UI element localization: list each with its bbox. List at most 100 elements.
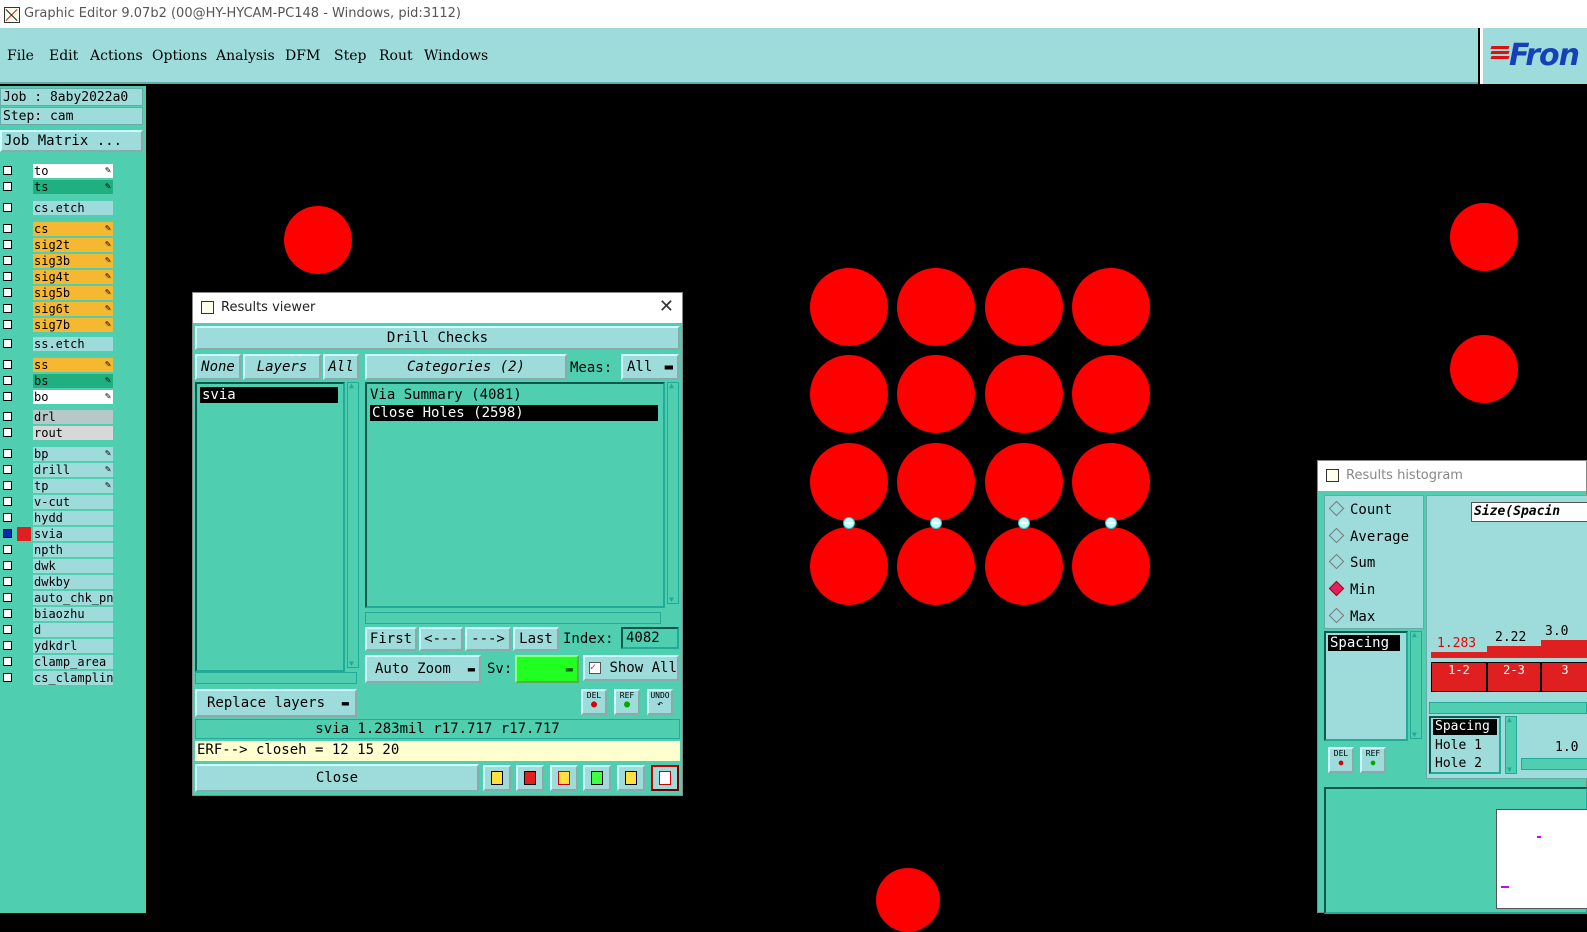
- mode-count[interactable]: Count: [1328, 500, 1392, 518]
- layer-row[interactable]: to ✎: [0, 164, 118, 178]
- layer-checkbox[interactable]: [3, 609, 12, 618]
- layer-name[interactable]: cs ✎: [33, 222, 113, 236]
- layer-checkbox[interactable]: [3, 376, 12, 385]
- layer-name[interactable]: hydd: [33, 511, 113, 525]
- layer-name[interactable]: sig5b ✎: [33, 286, 113, 300]
- layer-name[interactable]: ss ✎: [33, 358, 113, 372]
- via-marker[interactable]: [1105, 517, 1117, 529]
- layer-row[interactable]: ydkdrl: [0, 639, 118, 653]
- index-input[interactable]: 4082: [621, 627, 679, 649]
- layer-row[interactable]: ss.etch: [0, 337, 118, 351]
- show-all-toggle[interactable]: ✓ Show All: [583, 655, 679, 681]
- layer-name[interactable]: v-cut: [33, 495, 113, 509]
- layer-checkbox[interactable]: [3, 577, 12, 586]
- menu-options[interactable]: Options: [152, 48, 207, 64]
- mode-average[interactable]: Average: [1328, 527, 1409, 545]
- menu-rout[interactable]: Rout: [379, 48, 413, 64]
- layer-checkbox[interactable]: [3, 449, 12, 458]
- layer-checkbox[interactable]: [3, 166, 12, 175]
- close-button[interactable]: Close: [195, 764, 479, 792]
- layers-scrollbar[interactable]: [347, 381, 359, 668]
- layer-checkbox[interactable]: [3, 182, 12, 191]
- warning-icon[interactable]: [483, 765, 511, 791]
- layer-row[interactable]: cs.etch: [0, 201, 118, 215]
- spacing-hole-list[interactable]: Spacing Hole 1 Hole 2: [1429, 716, 1501, 774]
- bin-label-2[interactable]: 2-3: [1487, 662, 1541, 692]
- layers-button[interactable]: Layers: [243, 354, 321, 380]
- all-button[interactable]: All: [323, 354, 359, 380]
- layer-row[interactable]: svia: [0, 527, 118, 541]
- layer-name[interactable]: npth: [33, 543, 113, 557]
- list2-scrollbar[interactable]: [1505, 715, 1517, 774]
- numbered-icon[interactable]: [583, 765, 611, 791]
- auto-zoom-dropdown[interactable]: Auto Zoom ▬: [365, 655, 481, 683]
- layer-name[interactable]: bo ✎: [33, 390, 113, 404]
- layer-checkbox[interactable]: [3, 497, 12, 506]
- sv-color-dropdown[interactable]: ▬: [515, 655, 579, 683]
- layer-row[interactable]: d: [0, 623, 118, 637]
- layer-name[interactable]: dwkby: [33, 575, 113, 589]
- spacing-listbox[interactable]: Spacing: [1324, 631, 1408, 741]
- layer-checkbox[interactable]: [3, 304, 12, 313]
- layer-name[interactable]: clamp_area: [33, 655, 113, 669]
- layers-listbox[interactable]: svia: [195, 382, 345, 672]
- layer-name[interactable]: tp ✎: [33, 479, 113, 493]
- replace-layers-dropdown[interactable]: Replace layers ▬: [195, 689, 357, 717]
- layer-name[interactable]: ydkdrl: [33, 639, 113, 653]
- layer-row[interactable]: auto_chk_pn: [0, 591, 118, 605]
- layer-row[interactable]: drill ✎: [0, 463, 118, 477]
- layer-name[interactable]: biaozhu: [33, 607, 113, 621]
- bin-label-3[interactable]: 3: [1541, 662, 1587, 692]
- layer-name[interactable]: cs_clampline: [33, 671, 113, 685]
- list-spacing[interactable]: Spacing: [1433, 719, 1497, 735]
- layer-name[interactable]: sig7b ✎: [33, 318, 113, 332]
- menu-file[interactable]: File: [7, 48, 34, 64]
- mode-sum[interactable]: Sum: [1328, 553, 1375, 571]
- layer-row[interactable]: dwk: [0, 559, 118, 573]
- histogram-icon[interactable]: [651, 765, 679, 791]
- layer-row[interactable]: npth: [0, 543, 118, 557]
- layer-checkbox[interactable]: [3, 561, 12, 570]
- layer-name[interactable]: bp ✎: [33, 447, 113, 461]
- layer-name[interactable]: dwk: [33, 559, 113, 573]
- layer-checkbox[interactable]: [3, 641, 12, 650]
- first-button[interactable]: First: [365, 627, 417, 651]
- layer-checkbox[interactable]: [3, 360, 12, 369]
- layer-checkbox[interactable]: [3, 673, 12, 682]
- layer-checkbox[interactable]: [3, 203, 12, 212]
- clear-icon[interactable]: [550, 765, 578, 791]
- layer-row[interactable]: sig4t ✎: [0, 270, 118, 284]
- categories-hscrollbar[interactable]: [365, 612, 661, 624]
- undo-icon[interactable]: UNDO ↶: [647, 689, 673, 715]
- layer-row[interactable]: drl: [0, 410, 118, 424]
- mode-max[interactable]: Max: [1328, 607, 1375, 625]
- layer-checkbox[interactable]: [3, 625, 12, 634]
- layer-checkbox[interactable]: [3, 412, 12, 421]
- categories-scrollbar[interactable]: [667, 381, 679, 604]
- via-marker[interactable]: [843, 517, 855, 529]
- layer-checkbox[interactable]: [3, 392, 12, 401]
- layer-name[interactable]: sig6t ✎: [33, 302, 113, 316]
- hist-ref-icon[interactable]: REF ●: [1360, 747, 1386, 773]
- layer-row[interactable]: bs ✎: [0, 374, 118, 388]
- prev-button[interactable]: <---: [419, 627, 463, 651]
- layer-checkbox[interactable]: [3, 320, 12, 329]
- layer-row[interactable]: hydd: [0, 511, 118, 525]
- via-marker[interactable]: [930, 517, 942, 529]
- layer-name[interactable]: drl: [33, 410, 113, 424]
- layer-row[interactable]: clamp_area: [0, 655, 118, 669]
- none-button[interactable]: None: [195, 354, 241, 380]
- next-button[interactable]: --->: [465, 627, 511, 651]
- list-hole-2[interactable]: Hole 2: [1435, 755, 1482, 772]
- layer-row[interactable]: bp ✎: [0, 447, 118, 461]
- layers-hscrollbar[interactable]: [195, 672, 357, 684]
- layer-name[interactable]: to ✎: [33, 164, 113, 178]
- menu-windows[interactable]: Windows: [424, 48, 488, 64]
- layer-checkbox[interactable]: [3, 513, 12, 522]
- layer-row[interactable]: dwkby: [0, 575, 118, 589]
- hist-del-icon[interactable]: DEL ●: [1328, 747, 1354, 773]
- bin-label-1[interactable]: 1-2: [1431, 662, 1487, 692]
- ref-icon[interactable]: REF ●: [614, 689, 640, 715]
- layer-name[interactable]: rout: [33, 426, 113, 440]
- job-matrix-button[interactable]: Job Matrix ...: [0, 130, 143, 152]
